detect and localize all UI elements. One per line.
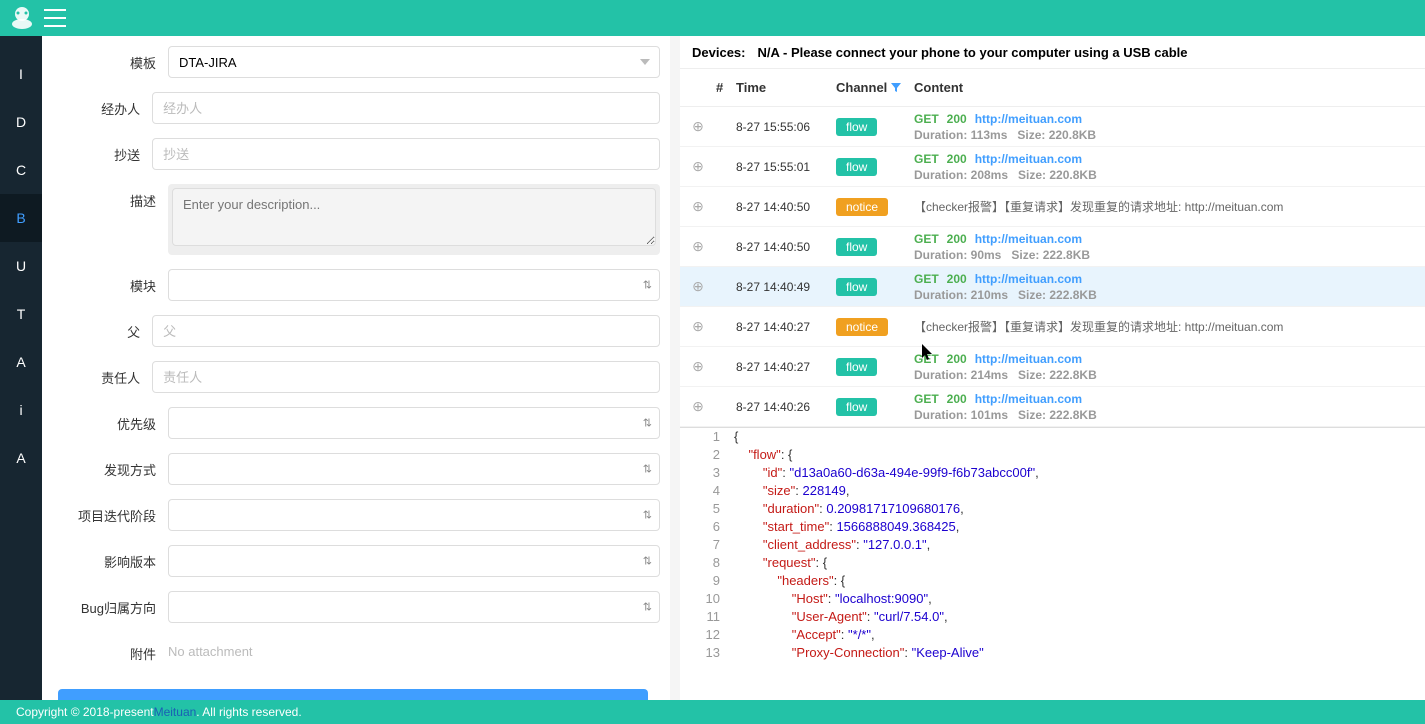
- expand-icon[interactable]: ⊕: [680, 318, 716, 335]
- parent-label: 父: [58, 315, 152, 341]
- table-row[interactable]: ⊕8-27 14:40:50notice【checker报警】【重复请求】发现重…: [680, 187, 1425, 227]
- description-textarea[interactable]: [172, 188, 656, 246]
- log-table: # Time Channel Content ⊕8-27 15:55:06flo…: [680, 68, 1425, 427]
- template-select[interactable]: DTA-JIRA: [168, 46, 660, 78]
- filter-icon[interactable]: [891, 83, 901, 93]
- assignee-label: 经办人: [58, 92, 152, 118]
- sidebar-item-d[interactable]: D: [0, 98, 42, 146]
- cc-input[interactable]: [152, 138, 660, 170]
- bug-direction-select[interactable]: [168, 591, 660, 623]
- header-channel[interactable]: Channel: [836, 80, 914, 95]
- sidebar-item-c[interactable]: C: [0, 146, 42, 194]
- table-row[interactable]: ⊕8-27 14:40:26flowGET 200 http://meituan…: [680, 387, 1425, 427]
- attachment-value: No attachment: [168, 637, 253, 659]
- devices-label: Devices:: [692, 45, 745, 60]
- footer: Copyright © 2018-present Meituan . All r…: [0, 700, 1425, 724]
- cc-label: 抄送: [58, 138, 152, 164]
- footer-copyright: Copyright © 2018-present: [16, 705, 154, 719]
- expand-icon[interactable]: ⊕: [680, 278, 716, 295]
- assignee-input[interactable]: [152, 92, 660, 124]
- sidebar-item-i[interactable]: i: [0, 386, 42, 434]
- divider[interactable]: [670, 36, 680, 700]
- sidebar-item-a[interactable]: A: [0, 434, 42, 482]
- header-content: Content: [914, 80, 1425, 95]
- expand-icon[interactable]: ⊕: [680, 238, 716, 255]
- topbar: [0, 0, 1425, 36]
- module-select[interactable]: [168, 269, 660, 301]
- module-label: 模块: [58, 269, 168, 295]
- affected-version-label: 影响版本: [58, 545, 168, 571]
- footer-suffix: . All rights reserved.: [196, 705, 301, 719]
- found-method-select[interactable]: [168, 453, 660, 485]
- found-method-label: 发现方式: [58, 453, 168, 479]
- expand-icon[interactable]: ⊕: [680, 358, 716, 375]
- table-row[interactable]: ⊕8-27 14:40:27notice【checker报警】【重复请求】发现重…: [680, 307, 1425, 347]
- priority-label: 优先级: [58, 407, 168, 433]
- sidebar-item-a[interactable]: A: [0, 338, 42, 386]
- form-panel: 模板 DTA-JIRA 经办人 抄送 描述 模块 父: [42, 36, 670, 700]
- expand-icon[interactable]: ⊕: [680, 158, 716, 175]
- sidebar-item-b[interactable]: B: [0, 194, 42, 242]
- code-viewer[interactable]: 12345678910111213 { "flow": { "id": "d13…: [680, 427, 1425, 700]
- header-hash: #: [716, 80, 736, 95]
- expand-icon[interactable]: ⊕: [680, 198, 716, 215]
- template-label: 模板: [58, 46, 168, 72]
- footer-brand-link[interactable]: Meituan: [154, 705, 197, 719]
- owner-label: 责任人: [58, 361, 152, 387]
- attachment-label: 附件: [58, 637, 168, 663]
- affected-version-select[interactable]: [168, 545, 660, 577]
- devices-bar: Devices: N/A - Please connect your phone…: [680, 36, 1425, 68]
- submit-button[interactable]: Submit: [58, 689, 648, 700]
- parent-input[interactable]: [152, 315, 660, 347]
- table-row[interactable]: ⊕8-27 15:55:06flowGET 200 http://meituan…: [680, 107, 1425, 147]
- header-time: Time: [736, 80, 836, 95]
- devices-text: N/A - Please connect your phone to your …: [757, 45, 1187, 60]
- table-row[interactable]: ⊕8-27 15:55:01flowGET 200 http://meituan…: [680, 147, 1425, 187]
- priority-select[interactable]: [168, 407, 660, 439]
- bug-direction-label: Bug归属方向: [58, 591, 168, 617]
- expand-icon[interactable]: ⊕: [680, 398, 716, 415]
- description-label: 描述: [58, 184, 168, 210]
- sidebar-item-i[interactable]: I: [0, 50, 42, 98]
- app-logo: [8, 4, 36, 32]
- sidebar: IDCBUTAiA: [0, 36, 42, 700]
- hamburger-menu-icon[interactable]: [44, 9, 66, 27]
- iteration-label: 项目迭代阶段: [58, 499, 168, 525]
- table-row[interactable]: ⊕8-27 14:40:27flowGET 200 http://meituan…: [680, 347, 1425, 387]
- sidebar-item-u[interactable]: U: [0, 242, 42, 290]
- expand-icon[interactable]: ⊕: [680, 118, 716, 135]
- iteration-select[interactable]: [168, 499, 660, 531]
- sidebar-item-t[interactable]: T: [0, 290, 42, 338]
- table-row[interactable]: ⊕8-27 14:40:49flowGET 200 http://meituan…: [680, 267, 1425, 307]
- table-row[interactable]: ⊕8-27 14:40:50flowGET 200 http://meituan…: [680, 227, 1425, 267]
- owner-input[interactable]: [152, 361, 660, 393]
- right-panel: Devices: N/A - Please connect your phone…: [680, 36, 1425, 700]
